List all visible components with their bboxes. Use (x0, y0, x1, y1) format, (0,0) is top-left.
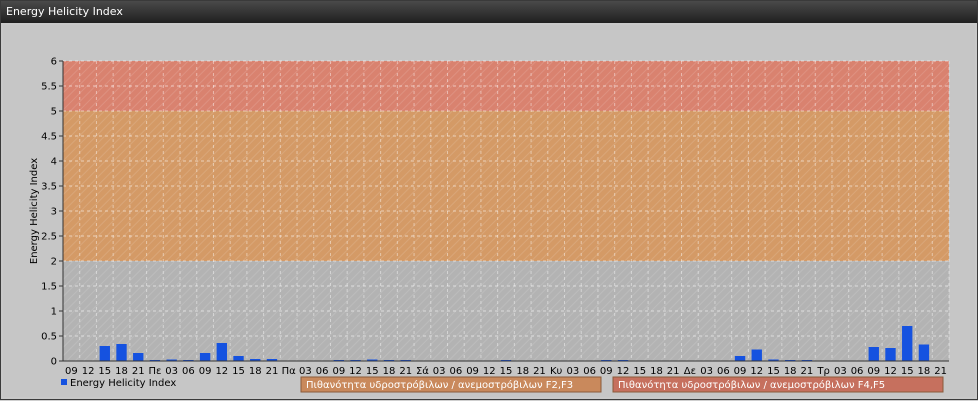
x-tick-label: 06 (583, 366, 596, 377)
x-tick-label: 21 (132, 366, 145, 377)
x-tick-label: 06 (449, 366, 462, 377)
x-tick-label: 12 (349, 366, 362, 377)
x-tick-label: Τρ (816, 366, 829, 377)
x-tick-label: 18 (650, 366, 663, 377)
y-tick-label: 1.5 (41, 282, 57, 293)
y-tick-label: 3 (51, 207, 57, 218)
x-tick-label: 15 (98, 366, 111, 377)
x-tick-label: 15 (633, 366, 646, 377)
bar (99, 346, 110, 361)
bar (199, 353, 211, 361)
bar (902, 326, 913, 361)
x-tick-label: 03 (165, 366, 178, 377)
x-tick-label: 12 (750, 366, 763, 377)
legend-label: Energy Helicity Index (70, 378, 176, 389)
band-legend-label: Πιθανότητα υδροστρόβιλων / ανεμοστρόβιλω… (306, 379, 573, 391)
x-tick-label: 15 (901, 366, 914, 377)
x-tick-label: 12 (215, 366, 228, 377)
x-tick-label: 03 (299, 366, 312, 377)
x-tick-label: 18 (918, 366, 931, 377)
x-tick-label: 21 (266, 366, 279, 377)
panel-title: Energy Helicity Index (1, 1, 977, 23)
x-tick-label: 15 (500, 366, 513, 377)
x-tick-label: 09 (466, 366, 479, 377)
y-tick-label: 5 (51, 107, 57, 118)
y-tick-label: 2 (51, 257, 57, 268)
ehi-chart: 00.511.522.533.544.555.56 09 12 15 18 21 Πε 03… (29, 57, 950, 393)
x-tick-label: 03 (567, 366, 580, 377)
y-tick-label: 4 (51, 157, 57, 168)
y-tick-label: 1 (51, 307, 57, 318)
x-tick-label: 21 (934, 366, 947, 377)
x-tick-label: 09 (734, 366, 747, 377)
x-tick-label: 21 (667, 366, 680, 377)
x-tick-label: 09 (600, 366, 613, 377)
bar (918, 344, 930, 361)
x-tick-label: Δε (684, 366, 696, 377)
chart-panel: Energy Helicity Index 0 0.5 1 1.5 2 2.5 3 3.5 4 4… (0, 0, 978, 400)
bar (116, 344, 127, 361)
y-tick-label: 2.5 (41, 232, 57, 243)
x-tick-label: 15 (366, 366, 379, 377)
x-tick-label: 21 (533, 366, 546, 377)
y-axis-label: Energy Helicity Index (29, 158, 40, 264)
y-tick-label: 3.5 (41, 182, 57, 193)
plot-area: 0 0.5 1 1.5 2 2.5 3 3.5 4 4.5 5 5.5 6 09 12 15 18 21 Πε 03… (3, 25, 975, 397)
x-tick-label: 15 (767, 366, 780, 377)
bar (885, 348, 896, 361)
x-tick-label: 03 (433, 366, 446, 377)
x-tick-label: 12 (82, 366, 95, 377)
y-tick-label: 6 (51, 57, 57, 68)
x-tick-label: 06 (717, 366, 730, 377)
x-tick-label: Κυ (550, 366, 563, 377)
bar (133, 353, 144, 361)
x-tick-label: 18 (383, 366, 396, 377)
x-tick-label: 03 (834, 366, 847, 377)
x-tick-label: 18 (516, 366, 529, 377)
bar (734, 356, 746, 361)
x-tick-label: Πε (148, 366, 161, 377)
band-legend-label: Πιθανότητα υδροστρόβιλων / ανεμοστρόβιλω… (618, 379, 885, 391)
x-tick-label: 15 (232, 366, 245, 377)
bar (751, 349, 762, 361)
x-tick-label: 06 (851, 366, 864, 377)
legend-swatch (61, 379, 67, 385)
y-tick-label: 0 (51, 357, 57, 368)
x-tick-label: 21 (801, 366, 814, 377)
x-tick-label: 09 (332, 366, 345, 377)
bar (868, 347, 879, 361)
x-tick-label: 18 (249, 366, 262, 377)
x-tick-label: 12 (483, 366, 496, 377)
y-tick-label: 5.5 (41, 82, 57, 93)
y-tick-label: 0.5 (41, 332, 57, 343)
x-tick-label: 12 (617, 366, 630, 377)
x-tick-label: Σά (416, 365, 429, 377)
x-tick-label: Πα (282, 366, 297, 377)
y-tick-label: 4.5 (41, 132, 57, 143)
x-tick-label: 06 (316, 366, 329, 377)
x-tick-label: 21 (399, 366, 412, 377)
x-tick-label: 18 (784, 366, 797, 377)
x-tick-label: 18 (115, 366, 128, 377)
bar (216, 343, 227, 361)
x-tick-label: 09 (199, 366, 212, 377)
x-tick-label: 03 (700, 366, 713, 377)
x-tick-label: 09 (867, 366, 880, 377)
bar (233, 356, 244, 361)
x-tick-label: 12 (884, 366, 897, 377)
x-tick-label: 06 (182, 366, 195, 377)
x-tick-label: 09 (65, 366, 78, 377)
